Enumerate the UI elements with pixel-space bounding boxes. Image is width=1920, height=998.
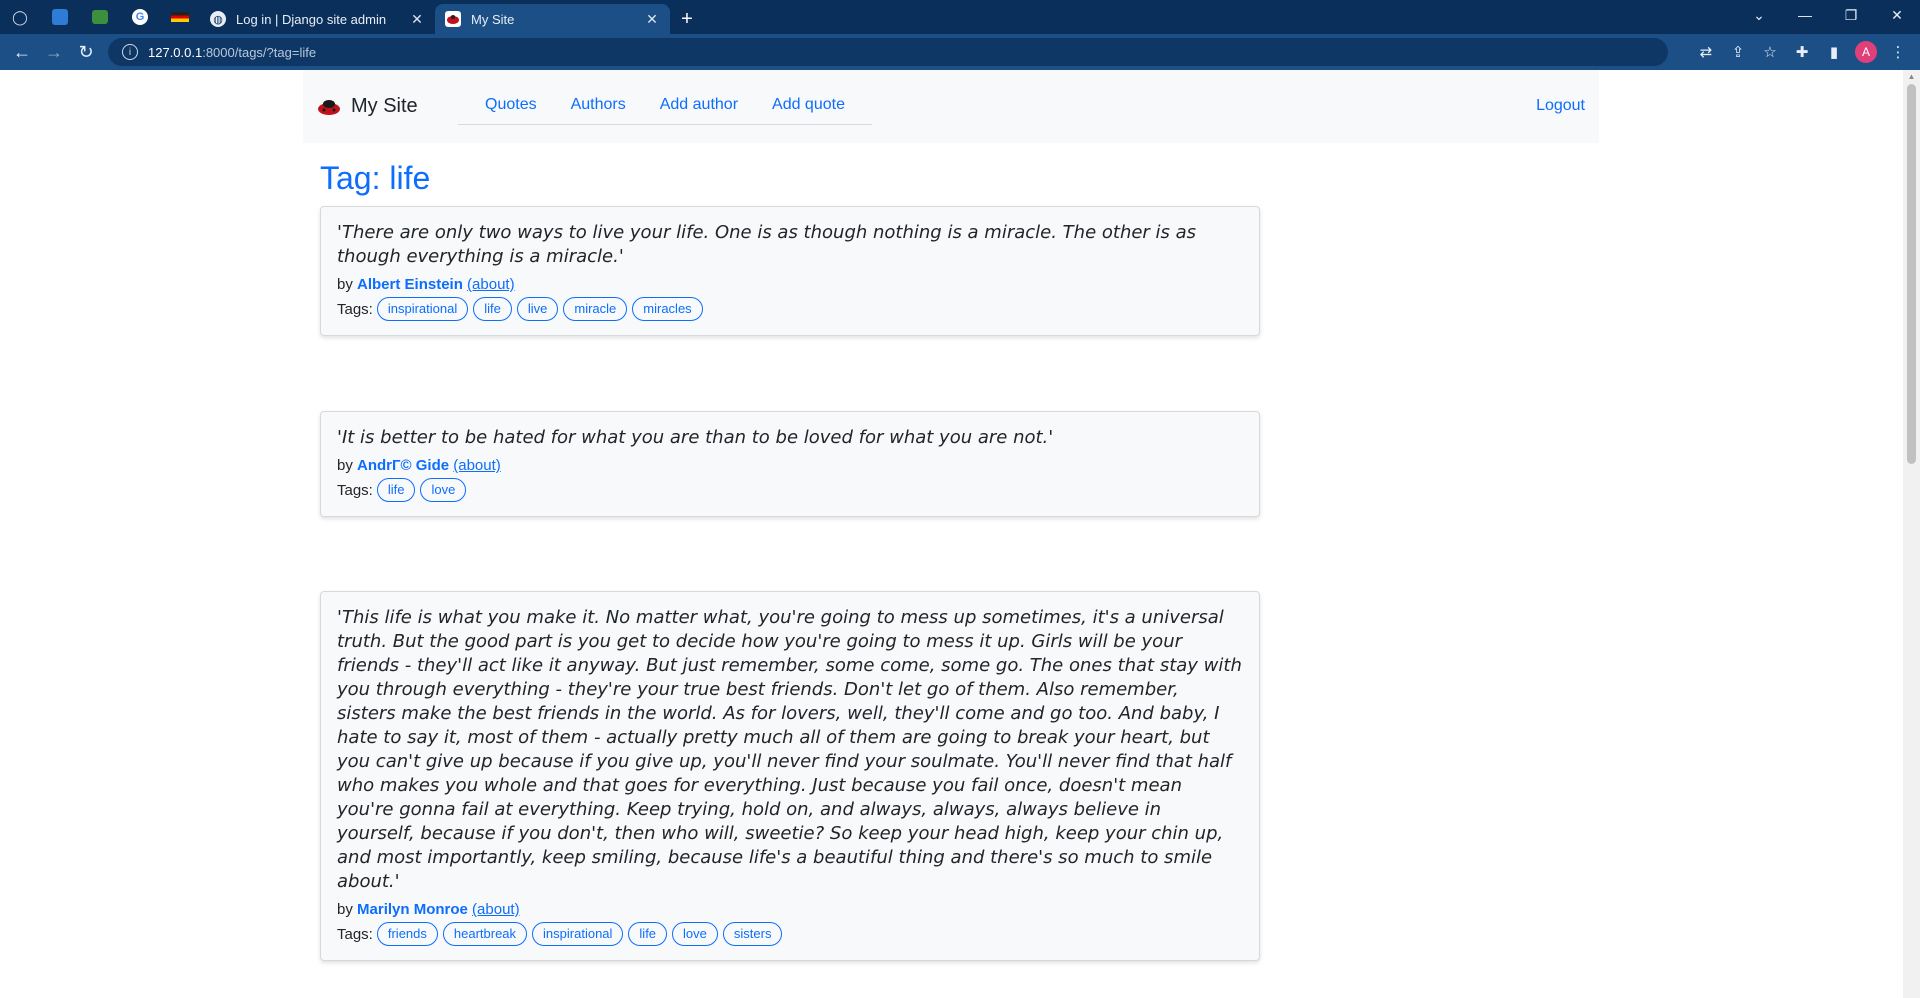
- tags-label: Tags:: [337, 925, 373, 943]
- pinned-tab-google[interactable]: G: [120, 0, 160, 34]
- new-tab-button[interactable]: +: [670, 4, 704, 34]
- browser-toolbar: ← → ↻ i 127.0.0.1:8000/tags/?tag=life ⇄ …: [0, 34, 1920, 70]
- tag-badge[interactable]: life: [473, 297, 512, 321]
- pinned-tab-github[interactable]: ◯: [0, 0, 40, 34]
- tag-badge[interactable]: love: [672, 922, 718, 946]
- window-controls: ⌄ — ❐ ✕: [1736, 0, 1920, 30]
- tab-search-icon[interactable]: ⌄: [1736, 0, 1782, 30]
- close-window-icon[interactable]: ✕: [1874, 0, 1920, 30]
- browser-tab-strip: ◯ G ◍ Log in | Django site admin ✕ My Si…: [0, 0, 1920, 34]
- main-nav: Quotes Authors Add author Add quote: [458, 88, 872, 125]
- reload-button[interactable]: ↻: [70, 36, 102, 68]
- quote-byline: by AndrГ© Gide (about): [337, 457, 1243, 474]
- page-title: Tag: life: [320, 160, 431, 196]
- tab-title: My Site: [471, 11, 515, 27]
- tag-badge[interactable]: heartbreak: [442, 922, 528, 946]
- tag-badge[interactable]: love: [420, 478, 467, 502]
- close-icon[interactable]: ✕: [644, 11, 660, 28]
- scroll-up-icon[interactable]: ▲: [1903, 70, 1920, 84]
- about-link[interactable]: (about): [467, 276, 515, 293]
- scrollbar-thumb[interactable]: [1907, 84, 1916, 464]
- url-host: 127.0.0.1: [148, 44, 203, 60]
- pinned-tab-other[interactable]: [160, 0, 200, 34]
- tag-badge[interactable]: inspirational: [532, 922, 624, 946]
- quote-byline: by Marilyn Monroe (about): [337, 901, 1243, 918]
- flag-icon: [171, 12, 189, 22]
- site-navbar: My Site Quotes Authors Add author Add qu…: [303, 70, 1599, 143]
- quote-tags: Tags: life love: [337, 478, 1243, 502]
- url-path: :8000/tags/?tag=life: [202, 44, 317, 60]
- tag-badge[interactable]: live: [516, 297, 559, 321]
- github-icon: ◯: [12, 8, 28, 25]
- about-link[interactable]: (about): [453, 457, 501, 474]
- extensions-icon[interactable]: ✚: [1786, 36, 1818, 68]
- quote-text: 'It is better to be hated for what you a…: [337, 427, 1054, 448]
- nav-quotes-link[interactable]: Quotes: [468, 88, 554, 124]
- tag-badge[interactable]: inspirational: [376, 297, 469, 321]
- tag-badge[interactable]: life: [628, 922, 668, 946]
- menu-icon[interactable]: ⋮: [1882, 36, 1914, 68]
- quote-tags: Tags: inspirational life live miracle mi…: [337, 297, 1243, 321]
- pinned-tab-colab[interactable]: [80, 0, 120, 34]
- author-link[interactable]: AndrГ© Gide: [357, 457, 449, 474]
- by-label: by: [337, 457, 353, 474]
- star-icon[interactable]: ☆: [1754, 36, 1786, 68]
- forward-button[interactable]: →: [38, 36, 70, 68]
- tag-badge[interactable]: friends: [376, 922, 438, 946]
- tag-badge[interactable]: sisters: [722, 922, 783, 946]
- quote-byline: by Albert Einstein (about): [337, 276, 1243, 293]
- brand-name: My Site: [351, 95, 418, 117]
- nav-add-author-link[interactable]: Add author: [643, 88, 755, 124]
- about-link[interactable]: (about): [472, 901, 520, 918]
- logout-link[interactable]: Logout: [1536, 97, 1585, 115]
- tag-badge[interactable]: life: [376, 478, 416, 502]
- quote-text: 'There are only two ways to live your li…: [337, 222, 1197, 267]
- page-viewport: My Site Quotes Authors Add author Add qu…: [0, 70, 1920, 998]
- google-icon: G: [132, 9, 148, 25]
- back-button[interactable]: ←: [6, 36, 38, 68]
- ladybug-icon: [445, 11, 461, 27]
- author-link[interactable]: Albert Einstein: [357, 276, 463, 293]
- author-link[interactable]: Marilyn Monroe: [357, 901, 468, 918]
- app-icon: [92, 10, 108, 24]
- toolbar-actions: ⇄ ⇪ ☆ ✚ ▮ A ⋮: [1690, 34, 1914, 70]
- share-icon[interactable]: ⇪: [1722, 36, 1754, 68]
- pinned-tab-trello[interactable]: [40, 0, 80, 34]
- quote-card: 'There are only two ways to live your li…: [320, 206, 1260, 336]
- restore-icon[interactable]: ❐: [1828, 0, 1874, 30]
- quote-card: 'This life is what you make it. No matte…: [320, 591, 1260, 961]
- by-label: by: [337, 901, 353, 918]
- site-info-icon[interactable]: i: [122, 44, 138, 60]
- quote-tags: Tags: friends heartbreak inspirational l…: [337, 922, 1243, 946]
- tab-my-site[interactable]: My Site ✕: [435, 4, 670, 34]
- trello-icon: [52, 9, 68, 25]
- address-bar[interactable]: i 127.0.0.1:8000/tags/?tag=life: [108, 38, 1668, 66]
- globe-icon: ◍: [210, 11, 226, 27]
- tab-django-admin[interactable]: ◍ Log in | Django site admin ✕: [200, 4, 435, 34]
- profile-avatar[interactable]: A: [1855, 41, 1877, 63]
- quote-card: 'It is better to be hated for what you a…: [320, 411, 1260, 517]
- tags-label: Tags:: [337, 300, 373, 318]
- arrow-right-icon: →: [45, 41, 63, 62]
- tag-badge[interactable]: miracles: [632, 297, 703, 321]
- quote-text: 'This life is what you make it. No matte…: [337, 607, 1242, 892]
- reload-icon: ↻: [78, 41, 94, 62]
- tag-badge[interactable]: miracle: [563, 297, 628, 321]
- tab-title: Log in | Django site admin: [236, 11, 387, 27]
- nav-authors-link[interactable]: Authors: [554, 88, 643, 124]
- vertical-scrollbar[interactable]: ▲: [1903, 70, 1920, 998]
- site-brand[interactable]: My Site: [317, 95, 418, 118]
- arrow-left-icon: ←: [13, 41, 31, 62]
- ladybug-logo-icon: [318, 99, 340, 115]
- close-icon[interactable]: ✕: [409, 11, 425, 28]
- side-panel-icon[interactable]: ▮: [1818, 36, 1850, 68]
- nav-add-quote-link[interactable]: Add quote: [755, 88, 862, 124]
- by-label: by: [337, 276, 353, 293]
- translate-icon[interactable]: ⇄: [1690, 36, 1722, 68]
- tags-label: Tags:: [337, 481, 373, 499]
- minimize-icon[interactable]: —: [1782, 0, 1828, 30]
